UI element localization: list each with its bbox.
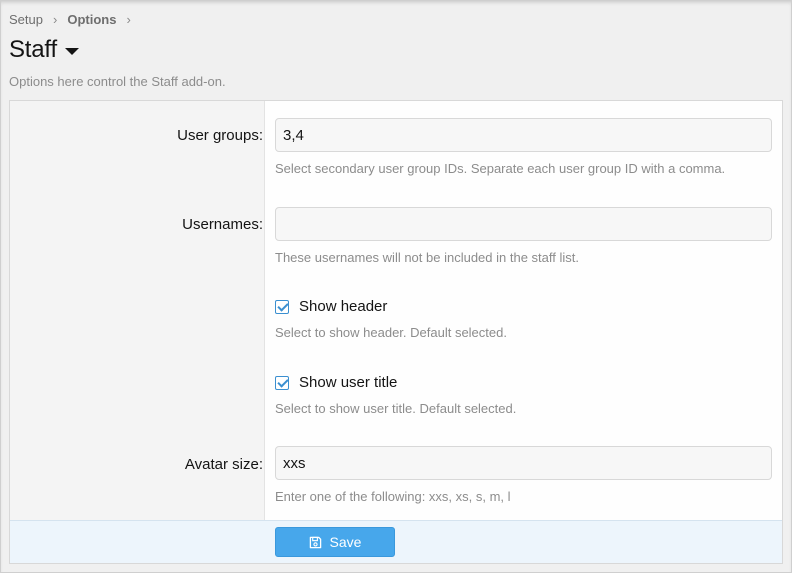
- avatar-size-label: Avatar size:: [184, 456, 263, 473]
- save-button[interactable]: Save: [275, 527, 395, 557]
- breadcrumb-item-options[interactable]: Options: [67, 12, 116, 27]
- show-header-hint: Select to show header. Default selected.: [275, 325, 507, 340]
- breadcrumb-chevron-icon: ›: [126, 12, 131, 27]
- usernames-hint: These usernames will not be included in …: [275, 250, 579, 265]
- user-groups-input[interactable]: [275, 118, 772, 152]
- floppy-disk-icon: [309, 536, 321, 548]
- page-description: Options here control the Staff add-on.: [9, 74, 226, 89]
- usernames-input[interactable]: [275, 207, 772, 241]
- options-form: User groups: Select secondary user group…: [9, 100, 783, 564]
- caret-down-icon[interactable]: [64, 48, 79, 55]
- show-header-option[interactable]: Show header: [275, 298, 387, 315]
- breadcrumb: Setup › Options ›: [9, 12, 141, 27]
- breadcrumb-chevron-icon: ›: [52, 12, 58, 27]
- show-user-title-option[interactable]: Show user title: [275, 374, 397, 391]
- page-title-menu[interactable]: Staff: [9, 36, 79, 64]
- show-header-label[interactable]: Show header: [299, 298, 387, 315]
- usernames-label: Usernames:: [182, 216, 263, 233]
- show-user-title-checkbox[interactable]: [275, 375, 289, 390]
- page-title: Staff: [9, 36, 57, 63]
- show-header-checkbox[interactable]: [275, 299, 289, 314]
- avatar-size-hint: Enter one of the following: xxs, xs, s, …: [275, 489, 511, 504]
- save-button-label: Save: [329, 534, 362, 550]
- avatar-size-input[interactable]: [275, 446, 772, 480]
- show-user-title-hint: Select to show user title. Default selec…: [275, 401, 517, 416]
- show-user-title-label[interactable]: Show user title: [299, 374, 397, 391]
- user-groups-hint: Select secondary user group IDs. Separat…: [275, 161, 726, 176]
- user-groups-label: User groups:: [177, 127, 263, 144]
- breadcrumb-item-setup[interactable]: Setup: [9, 12, 43, 27]
- form-footer: Save: [10, 520, 782, 563]
